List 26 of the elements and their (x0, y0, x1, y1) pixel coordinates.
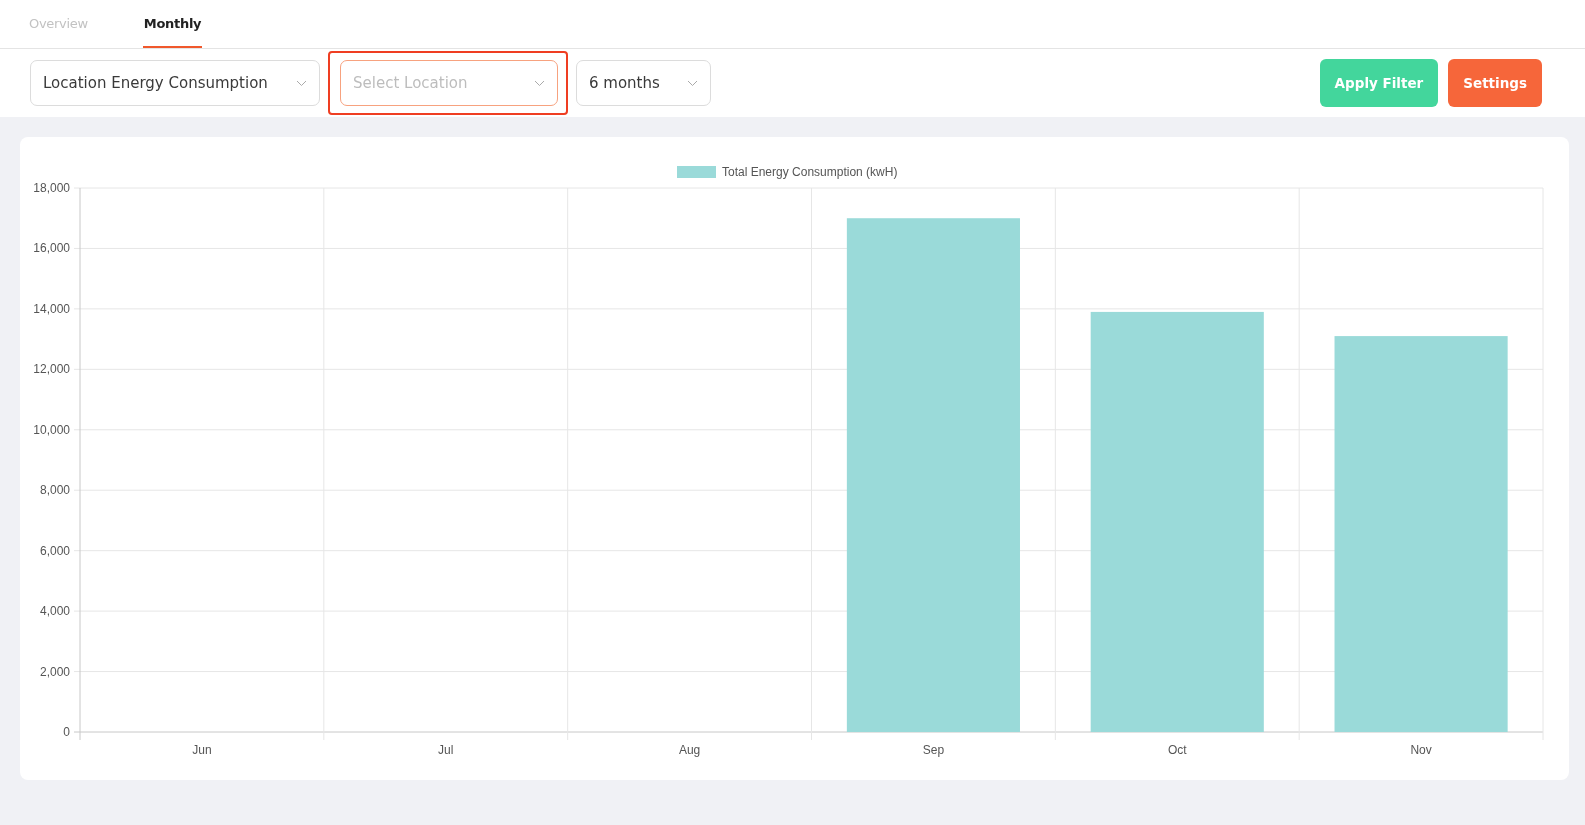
tab[interactable]: Overview (28, 0, 89, 48)
dropdown[interactable]: 6 months (576, 60, 711, 106)
x-tick-label: Sep (922, 743, 945, 757)
y-tick-label: 0 (63, 725, 70, 739)
chevron-down-icon (296, 79, 307, 87)
legend-label: Total Energy Consumption (kwH) (722, 165, 898, 179)
dropdown[interactable]: Location Energy Consumption (30, 60, 320, 106)
y-tick-label: 16,000 (33, 241, 70, 256)
chevron-down-icon (534, 79, 545, 87)
y-tick-label: 8,000 (39, 483, 70, 498)
y-tick-label: 4,000 (39, 604, 70, 619)
x-tick-label: Jun (192, 743, 212, 757)
x-tick-label: Nov (1410, 743, 1432, 757)
y-tick-label: 2,000 (39, 664, 70, 679)
x-tick-label: Oct (1167, 743, 1187, 757)
x-tick-label: Aug (678, 743, 701, 757)
filter-button[interactable]: Apply Filter (1319, 59, 1439, 107)
y-tick-label: 12,000 (33, 362, 70, 377)
y-tick-label: 14,000 (33, 301, 70, 316)
y-tick-label: 6,000 (39, 543, 70, 558)
y-tick-label: 10,000 (33, 422, 70, 437)
x-tick-label: Jul (438, 743, 454, 757)
y-tick-label: 18,000 (33, 181, 70, 195)
filter-button[interactable]: Settings (1448, 59, 1542, 107)
chevron-down-icon (687, 79, 698, 87)
dropdown[interactable]: Select Location (340, 60, 558, 106)
